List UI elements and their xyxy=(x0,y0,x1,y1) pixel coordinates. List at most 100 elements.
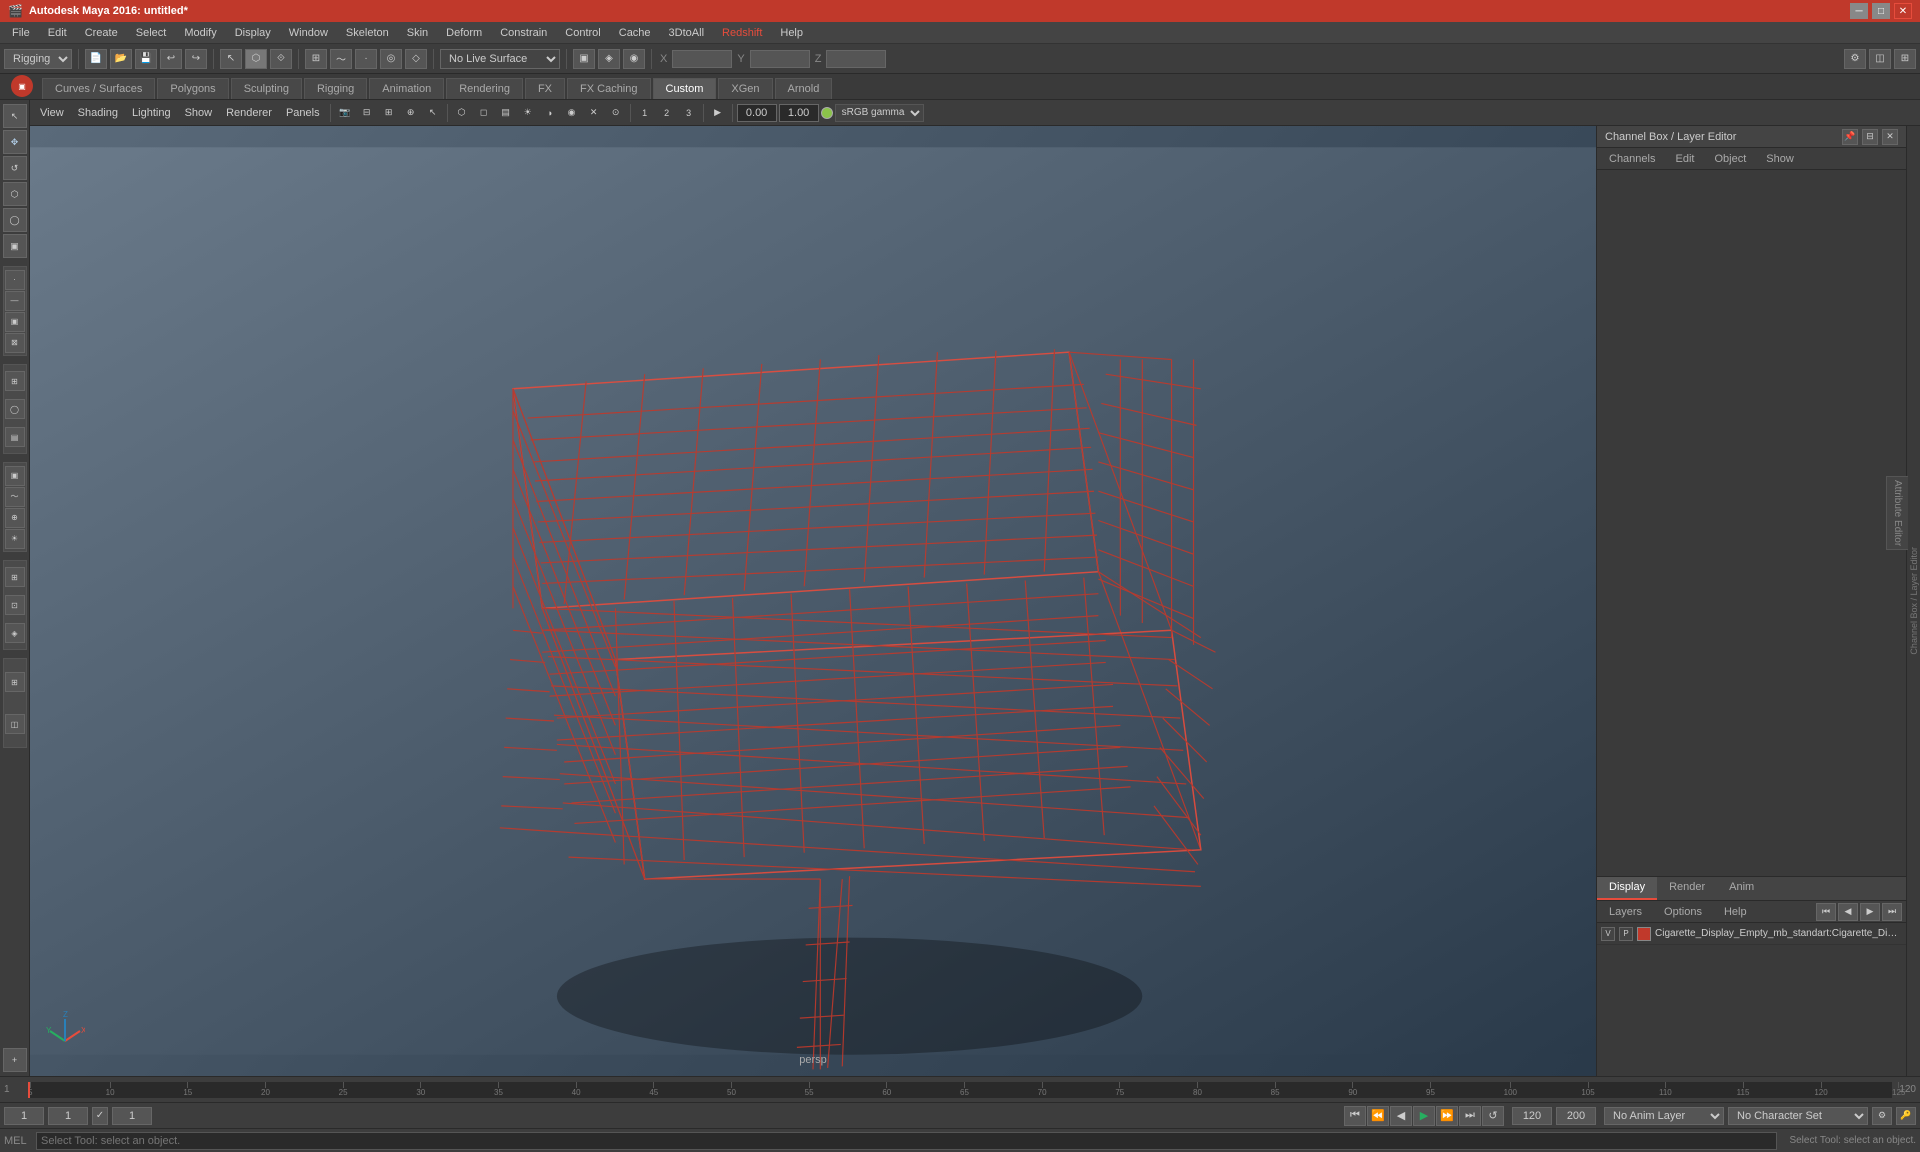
channel-box-close[interactable]: ✕ xyxy=(1882,129,1898,145)
play-goto-start[interactable]: ⏮ xyxy=(1344,1106,1366,1126)
layer-nav-first[interactable]: ⏮ xyxy=(1816,903,1836,921)
menu-redshift[interactable]: Redshift xyxy=(714,25,770,41)
max-frame-input[interactable] xyxy=(1556,1107,1596,1125)
playback-end-input[interactable] xyxy=(1512,1107,1552,1125)
uv-select[interactable]: ⊠ xyxy=(5,333,25,353)
tab-sculpting[interactable]: Sculpting xyxy=(231,78,302,99)
create-joint[interactable]: ⊕ xyxy=(5,508,25,528)
vp-camera-btn[interactable]: 📷 xyxy=(335,104,355,122)
layer-playback-btn[interactable]: P xyxy=(1619,927,1633,941)
vp-filmgate-btn[interactable]: ⊟ xyxy=(357,104,377,122)
layer-visibility-btn[interactable]: V xyxy=(1601,927,1615,941)
create-poly[interactable]: ▣ xyxy=(5,466,25,486)
scale-tool-btn[interactable]: ⬡ xyxy=(3,182,27,206)
vp-value1[interactable] xyxy=(737,104,777,122)
tab-fx-caching[interactable]: FX Caching xyxy=(567,78,650,99)
menu-skin[interactable]: Skin xyxy=(399,25,436,41)
select-by-component[interactable]: ⬡ xyxy=(245,49,267,69)
menu-display[interactable]: Display xyxy=(227,25,279,41)
vp-select-type-btn[interactable]: ↖ xyxy=(423,104,443,122)
display-icon[interactable]: ◉ xyxy=(623,49,645,69)
vp-light-btn[interactable]: ☀ xyxy=(518,104,538,122)
wireframe-btn[interactable]: ⊞ xyxy=(5,371,25,391)
title-bar-controls[interactable]: ─ □ ✕ xyxy=(1850,3,1912,19)
menu-skeleton[interactable]: Skeleton xyxy=(338,25,397,41)
layer-sub-options[interactable]: Options xyxy=(1656,904,1710,920)
tab-animation[interactable]: Animation xyxy=(369,78,444,99)
vp-menu-show[interactable]: Show xyxy=(179,105,219,121)
frame2-input[interactable] xyxy=(48,1107,88,1125)
attribute-editor-tab[interactable]: Attribute Editor xyxy=(1886,476,1908,550)
cb-tab-show[interactable]: Show xyxy=(1758,151,1802,167)
vp-tex-btn[interactable]: ▤ xyxy=(496,104,516,122)
layer-tab-render[interactable]: Render xyxy=(1657,877,1717,900)
y-input[interactable] xyxy=(750,50,810,68)
vp-shadow-btn[interactable]: ◑ xyxy=(540,104,560,122)
char-set-options[interactable]: ⚙ xyxy=(1872,1107,1892,1125)
timeline-area[interactable]: 1 51015202530354045505560657075808590951… xyxy=(0,1076,1920,1102)
no-live-surface[interactable]: No Live Surface xyxy=(440,49,560,69)
vp-menu-lighting[interactable]: Lighting xyxy=(126,105,177,121)
timeline-track[interactable]: 5101520253035404550556065707580859095100… xyxy=(28,1082,1892,1098)
menu-constrain[interactable]: Constrain xyxy=(492,25,555,41)
vertex-select[interactable]: · xyxy=(5,270,25,290)
auto-key-btn[interactable]: 🔑 xyxy=(1896,1107,1916,1125)
layer-tab-display[interactable]: Display xyxy=(1597,877,1657,900)
redo-button[interactable]: ↪ xyxy=(185,49,207,69)
tab-fx[interactable]: FX xyxy=(525,78,565,99)
vp-xray-btn[interactable]: ✕ xyxy=(584,104,604,122)
open-button[interactable]: 📂 xyxy=(110,49,132,69)
menu-file[interactable]: File xyxy=(4,25,38,41)
cb-tab-edit[interactable]: Edit xyxy=(1667,151,1702,167)
range-start-input[interactable] xyxy=(112,1107,152,1125)
x-input[interactable] xyxy=(672,50,732,68)
menu-window[interactable]: Window xyxy=(281,25,336,41)
vp-wireframe-btn[interactable]: ◻ xyxy=(474,104,494,122)
play-next-frame[interactable]: ⏩ xyxy=(1436,1106,1458,1126)
close-button[interactable]: ✕ xyxy=(1894,3,1912,19)
menu-help[interactable]: Help xyxy=(772,25,811,41)
play-forward[interactable]: ▶ xyxy=(1413,1106,1435,1126)
right-icon-1[interactable]: ⚙ xyxy=(1844,49,1866,69)
move-tool-btn[interactable]: ✥ xyxy=(3,130,27,154)
minimize-button[interactable]: ─ xyxy=(1850,3,1868,19)
soft-manip-btn[interactable]: ▣ xyxy=(3,234,27,258)
vp-heads-up-btn[interactable]: ⊕ xyxy=(401,104,421,122)
layer-nav-prev[interactable]: ◀ xyxy=(1838,903,1858,921)
menu-edit[interactable]: Edit xyxy=(40,25,75,41)
frame-checkbox[interactable]: ✓ xyxy=(92,1107,108,1125)
menu-select[interactable]: Select xyxy=(128,25,175,41)
create-curve[interactable]: 〜 xyxy=(5,487,25,507)
mode-select[interactable]: Rigging xyxy=(4,49,72,69)
tab-xgen[interactable]: XGen xyxy=(718,78,772,99)
current-frame-input[interactable] xyxy=(4,1107,44,1125)
tab-curves-surfaces[interactable]: Curves / Surfaces xyxy=(42,78,155,99)
anim-btn-2[interactable]: ◫ xyxy=(5,714,25,734)
misc-btn-1[interactable]: ⊞ xyxy=(5,567,25,587)
layer-tab-anim[interactable]: Anim xyxy=(1717,877,1766,900)
undo-button[interactable]: ↩ xyxy=(160,49,182,69)
vp-menu-shading[interactable]: Shading xyxy=(72,105,124,121)
menu-deform[interactable]: Deform xyxy=(438,25,490,41)
menu-3dtoall[interactable]: 3DtoAll xyxy=(661,25,712,41)
channel-box-float[interactable]: ⊟ xyxy=(1862,129,1878,145)
menu-modify[interactable]: Modify xyxy=(176,25,224,41)
play-goto-end[interactable]: ⏭ xyxy=(1459,1106,1481,1126)
layer-nav-last[interactable]: ⏭ xyxy=(1882,903,1902,921)
vp-high-qual[interactable]: 3 xyxy=(679,104,699,122)
cb-tab-channels[interactable]: Channels xyxy=(1601,151,1663,167)
create-light[interactable]: ☀ xyxy=(5,529,25,549)
anim-layer-select[interactable]: No Anim Layer xyxy=(1604,1107,1724,1125)
cb-tab-object[interactable]: Object xyxy=(1706,151,1754,167)
vp-shading-btn[interactable]: ⬡ xyxy=(452,104,472,122)
smooth-btn[interactable]: ◯ xyxy=(5,399,25,419)
vp-isolate-btn[interactable]: ⊙ xyxy=(606,104,626,122)
channel-box-pin[interactable]: 📌 xyxy=(1842,129,1858,145)
render-icon[interactable]: ▣ xyxy=(573,49,595,69)
z-input[interactable] xyxy=(826,50,886,68)
tab-arnold[interactable]: Arnold xyxy=(775,78,833,99)
snap-curve[interactable]: 〜 xyxy=(330,49,352,69)
vp-menu-renderer[interactable]: Renderer xyxy=(220,105,278,121)
save-button[interactable]: 💾 xyxy=(135,49,157,69)
vp-sim-btn[interactable]: ▶ xyxy=(708,104,728,122)
